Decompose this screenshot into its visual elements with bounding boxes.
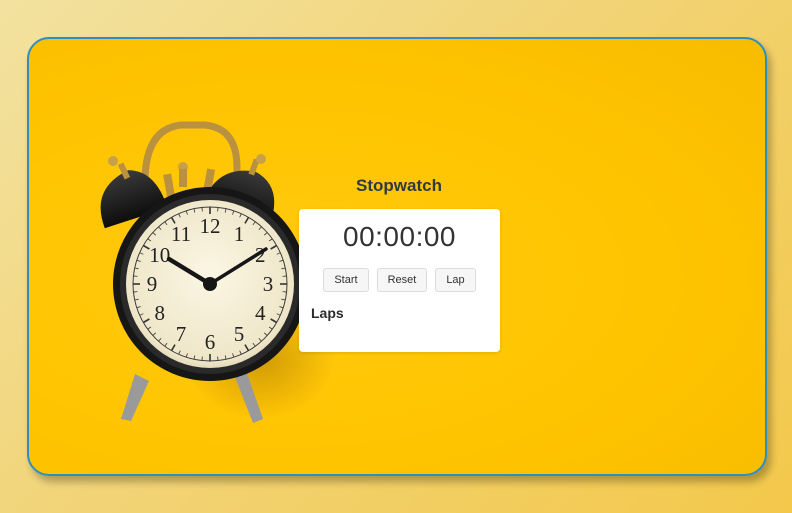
clock-numeral: 9 bbox=[147, 272, 158, 296]
clock-numeral: 6 bbox=[205, 330, 216, 354]
alarm-clock-icon: 12 1 2 3 4 5 6 7 8 9 10 11 bbox=[85, 119, 335, 439]
time-display: 00:00:00 bbox=[343, 221, 456, 252]
clock-numeral: 8 bbox=[155, 301, 166, 325]
laps-heading: Laps bbox=[311, 305, 344, 321]
start-button[interactable]: Start bbox=[323, 268, 369, 292]
clock-numeral: 12 bbox=[200, 214, 221, 238]
clock-numeral: 3 bbox=[263, 272, 274, 296]
app-frame: 12 1 2 3 4 5 6 7 8 9 10 11 Stopwatch 00:00:00 Start… bbox=[27, 37, 767, 476]
control-buttons: Start Reset Lap bbox=[299, 268, 500, 292]
clock-numeral: 5 bbox=[234, 322, 245, 346]
lap-button[interactable]: Lap bbox=[435, 268, 476, 292]
clock-numeral: 7 bbox=[176, 322, 187, 346]
clock-numeral: 10 bbox=[149, 243, 170, 267]
reset-button[interactable]: Reset bbox=[376, 268, 428, 292]
page-title: Stopwatch bbox=[356, 176, 442, 195]
clock-numeral: 1 bbox=[234, 222, 245, 246]
stopwatch-card: 00:00:00 Start Reset Lap Laps bbox=[299, 209, 500, 352]
clock-numeral: 11 bbox=[171, 222, 191, 246]
clock-numeral: 4 bbox=[255, 301, 266, 325]
